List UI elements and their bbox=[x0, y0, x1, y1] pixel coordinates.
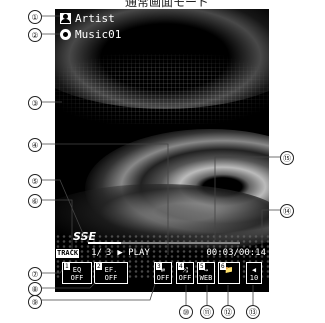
callout-14: ⑭ bbox=[280, 204, 294, 218]
callout-6: ⑥ bbox=[28, 194, 42, 208]
callout-11: ⑪ bbox=[200, 305, 214, 319]
callout-4: ④ bbox=[28, 138, 42, 152]
callout-3: ③ bbox=[28, 96, 42, 110]
callout-lines bbox=[42, 15, 280, 305]
callout-15: ⑮ bbox=[280, 151, 294, 165]
callout-1: ① bbox=[28, 10, 42, 24]
callout-10: ⑩ bbox=[179, 305, 193, 319]
callout-13: ⑬ bbox=[246, 305, 260, 319]
callout-8: ⑧ bbox=[28, 282, 42, 296]
callout-5: ⑤ bbox=[28, 174, 42, 188]
callout-2: ② bbox=[28, 28, 42, 42]
callout-9: ⑨ bbox=[28, 295, 42, 309]
callout-12: ⑫ bbox=[221, 305, 235, 319]
callout-7: ⑦ bbox=[28, 267, 42, 281]
